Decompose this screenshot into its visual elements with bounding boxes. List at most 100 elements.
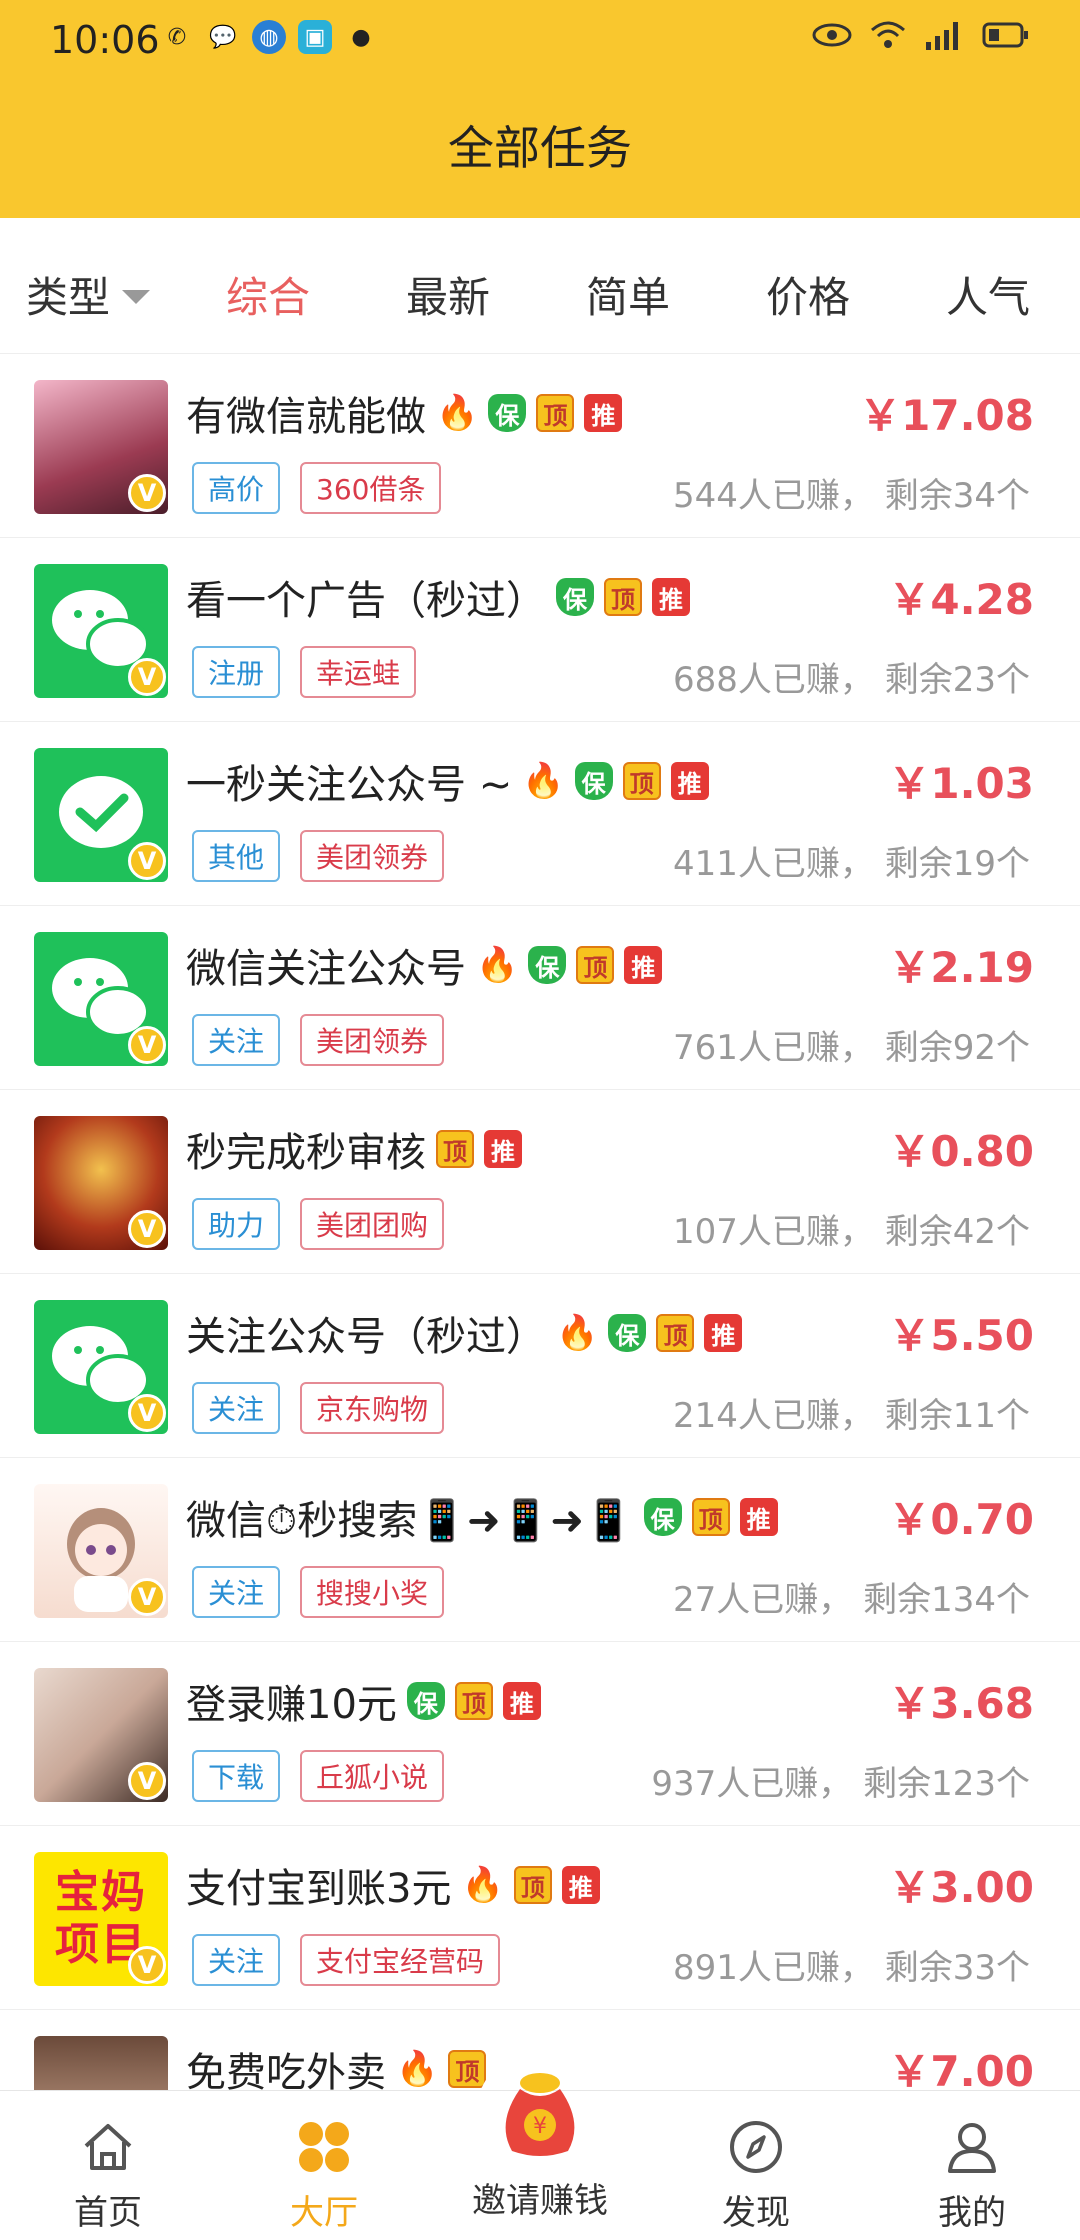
tab-popularity[interactable]: 人气: [946, 264, 1030, 325]
task-avatar: V: [34, 1484, 168, 1618]
top-badge: 顶: [454, 1682, 493, 1720]
task-title: 有微信就能做: [186, 394, 426, 440]
task-avatar: V: [34, 380, 168, 514]
merchant-tag: 支付宝经营码: [300, 1934, 501, 1986]
top-bar: 10:06 ✆ 💬 ◍ ▣ ● 全部任务: [0, 0, 1080, 218]
verified-icon: V: [128, 474, 166, 512]
notification-icons: ✆ 💬 ◍ ▣ ●: [160, 20, 378, 54]
task-stats: 761人已赚， 剩余92个: [673, 1028, 1030, 1068]
task-price: ￥3.68: [888, 1679, 1034, 1728]
task-avatar: V: [34, 1668, 168, 1802]
merchant-tag: 美团领券: [300, 1014, 445, 1066]
task-row[interactable]: V 登录赚10元 保 顶 推 ￥3.68 下载 丘狐小说 937人已赚， 剩余1…: [0, 1642, 1080, 1826]
task-avatar: V: [34, 1300, 168, 1434]
browser-icon: ◍: [252, 20, 286, 54]
fire-icon: 🔥: [436, 393, 479, 433]
top-badge: 顶: [513, 1866, 552, 1904]
task-title-line: 看一个广告（秒过） 保 顶 推: [186, 568, 690, 626]
verified-icon: V: [128, 1026, 166, 1064]
task-price: ￥0.80: [888, 1127, 1034, 1176]
recommend-badge: 推: [739, 1498, 778, 1536]
fire-icon: 🔥: [461, 1865, 504, 1905]
task-row[interactable]: 宝妈项目 V 支付宝到账3元 🔥 顶 推 ￥3.00 关注 支付宝经营码 891…: [0, 1826, 1080, 2010]
top-badge: 顶: [436, 1130, 474, 1168]
nav-hall[interactable]: 大厅: [244, 2117, 404, 2234]
bottom-nav: 首页 大厅 ¥ 邀请赚钱 发现 我的: [0, 2073, 1080, 2240]
tab-price[interactable]: 价格: [766, 264, 850, 325]
task-title-line: 登录赚10元 保 顶 推: [186, 1672, 541, 1730]
task-stats: 107人已赚， 剩余42个: [673, 1212, 1030, 1252]
chevron-down-icon: [122, 289, 151, 304]
nav-discover[interactable]: 发现: [676, 2117, 836, 2234]
merchant-tag: 美团领券: [300, 830, 445, 882]
task-stats: 411人已赚， 剩余19个: [673, 844, 1030, 884]
nav-discover-label: 发现: [722, 2193, 790, 2233]
merchant-tag: 幸运蛙: [300, 646, 417, 698]
recommend-badge: 推: [584, 394, 623, 432]
tab-simple[interactable]: 简单: [586, 264, 670, 325]
task-price: ￥17.08: [859, 391, 1034, 440]
task-title: 支付宝到账3元: [186, 1866, 452, 1912]
fire-icon: 🔥: [396, 2049, 439, 2089]
category-tag: 助力: [192, 1198, 281, 1250]
task-stats: 544人已赚， 剩余34个: [673, 476, 1030, 516]
task-title-line: 支付宝到账3元 🔥 顶 推: [186, 1856, 600, 1914]
nav-invite-label: 邀请赚钱: [472, 2181, 608, 2221]
task-tags: 关注 京东购物: [192, 1382, 445, 1434]
tab-latest[interactable]: 最新: [406, 264, 490, 325]
verified-icon: V: [128, 1210, 166, 1248]
guarantee-badge: 保: [574, 762, 613, 800]
task-row[interactable]: V 微信关注公众号 🔥 保 顶 推 ￥2.19 关注 美团领券 761人已赚， …: [0, 906, 1080, 1090]
task-row[interactable]: V 一秒关注公众号 ~ 🔥 保 顶 推 ￥1.03 其他 美团领券 411人已赚…: [0, 722, 1080, 906]
verified-icon: V: [128, 1578, 166, 1616]
status-bar: 10:06 ✆ 💬 ◍ ▣ ●: [0, 0, 1080, 80]
user-icon: [948, 2123, 996, 2173]
tab-comprehensive[interactable]: 综合: [226, 264, 310, 325]
task-row[interactable]: V 有微信就能做 🔥 保 顶 推 ￥17.08 高价 360借条 544人已赚，…: [0, 354, 1080, 538]
task-tags: 关注 支付宝经营码: [192, 1934, 501, 1986]
task-row[interactable]: V 关注公众号（秒过） 🔥 保 顶 推 ￥5.50 关注 京东购物 214人已赚…: [0, 1274, 1080, 1458]
nav-mine[interactable]: 我的: [892, 2117, 1052, 2234]
top-badge: 顶: [691, 1498, 730, 1536]
verified-icon: V: [128, 842, 166, 880]
task-price: ￥3.00: [888, 1863, 1034, 1912]
signal-icon: [926, 22, 958, 50]
task-avatar: 宝妈项目 V: [34, 1852, 168, 1986]
page-title: 全部任务: [448, 121, 632, 175]
task-row[interactable]: V 微信⏱秒搜索📱➜📱➜📱 保 顶 推 ￥0.70 关注 搜搜小奖 27人已赚，…: [0, 1458, 1080, 1642]
top-badge: 顶: [536, 394, 575, 432]
task-avatar: V: [34, 564, 168, 698]
nav-invite[interactable]: ¥ 邀请赚钱: [460, 2061, 620, 2222]
task-title: 登录赚10元: [186, 1682, 397, 1728]
app-icon: ▣: [298, 20, 332, 54]
battery-icon: [982, 22, 1028, 48]
type-dropdown[interactable]: 类型: [26, 264, 151, 325]
category-tag: 关注: [192, 1934, 281, 1986]
category-tag: 关注: [192, 1382, 281, 1434]
task-price: ￥0.70: [888, 1495, 1034, 1544]
task-title-line: 微信关注公众号 🔥 保 顶 推: [186, 936, 663, 994]
task-row[interactable]: V 秒完成秒审核 顶 推 ￥0.80 助力 美团团购 107人已赚， 剩余42个: [0, 1090, 1080, 1274]
task-tags: 高价 360借条: [192, 462, 442, 514]
task-title-line: 一秒关注公众号 ~ 🔥 保 顶 推: [186, 752, 709, 810]
fire-icon: 🔥: [556, 1313, 599, 1353]
nav-mine-label: 我的: [938, 2193, 1006, 2233]
task-stats: 27人已赚， 剩余134个: [673, 1580, 1030, 1620]
category-tag: 其他: [192, 830, 281, 882]
grid-icon: [299, 2122, 349, 2172]
task-stats: 688人已赚， 剩余23个: [673, 660, 1030, 700]
top-badge: 顶: [656, 1314, 695, 1352]
task-title-line: 秒完成秒审核 顶 推: [186, 1120, 522, 1178]
recommend-badge: 推: [502, 1682, 541, 1720]
task-stats: 214人已赚， 剩余11个: [673, 1396, 1030, 1436]
recommend-badge: 推: [624, 946, 663, 984]
category-tag: 高价: [192, 462, 281, 514]
guarantee-badge: 保: [643, 1498, 682, 1536]
nav-home[interactable]: 首页: [28, 2117, 188, 2234]
top-badge: 顶: [622, 762, 661, 800]
task-row[interactable]: V 看一个广告（秒过） 保 顶 推 ￥4.28 注册 幸运蛙 688人已赚， 剩…: [0, 538, 1080, 722]
system-icons: [812, 20, 1030, 50]
guarantee-badge: 保: [528, 946, 567, 984]
recommend-badge: 推: [652, 578, 690, 616]
task-tags: 助力 美团团购: [192, 1198, 445, 1250]
